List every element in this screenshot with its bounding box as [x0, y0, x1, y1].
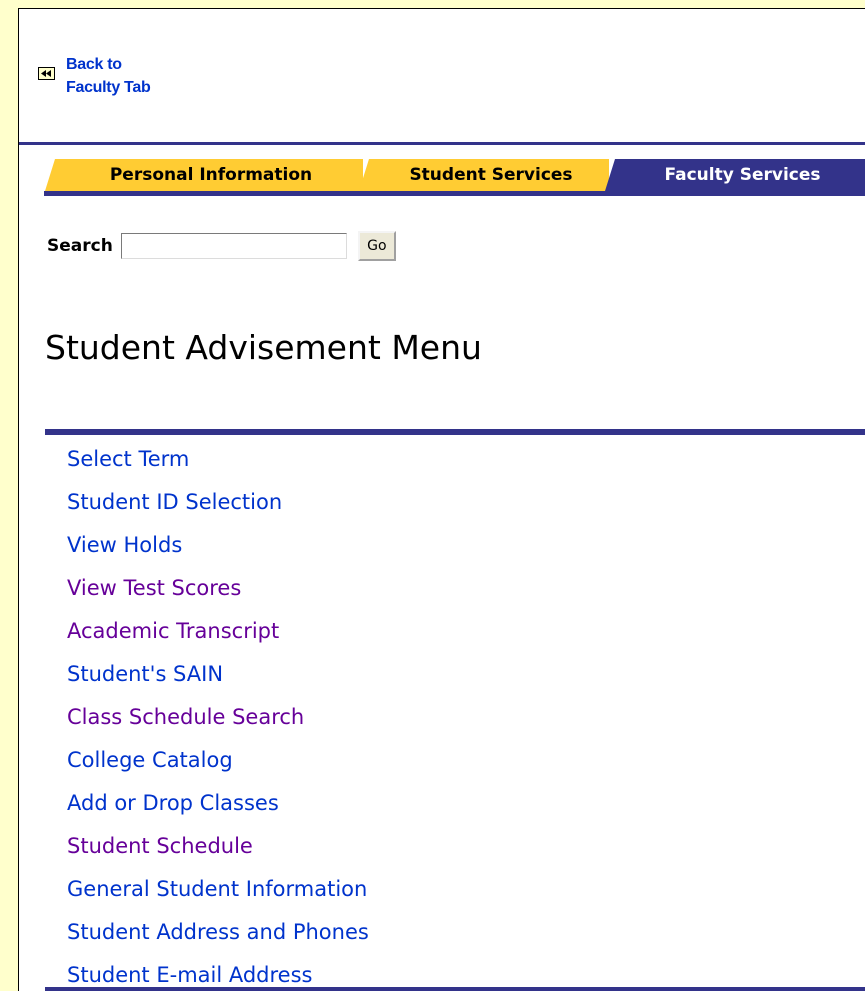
- tab-underline-bar: [44, 191, 865, 196]
- title-divider: [45, 429, 865, 435]
- search-label: Search: [47, 236, 113, 256]
- menu-item-view-test-scores[interactable]: View Test Scores: [67, 574, 369, 617]
- search-input[interactable]: [120, 233, 347, 259]
- advisement-menu: Select Term Student ID Selection View Ho…: [67, 445, 369, 991]
- menu-item-students-sain[interactable]: Student's SAIN: [67, 660, 369, 703]
- menu-item-student-schedule[interactable]: Student Schedule: [67, 832, 369, 875]
- menu-item-academic-transcript[interactable]: Academic Transcript: [67, 617, 369, 660]
- footer-divider: [45, 987, 865, 991]
- menu-item-class-schedule-search[interactable]: Class Schedule Search: [67, 703, 369, 746]
- search-form: Search Go: [47, 231, 396, 261]
- page-title: Student Advisement Menu: [45, 328, 482, 367]
- menu-item-view-holds[interactable]: View Holds: [67, 531, 369, 574]
- go-button[interactable]: Go: [357, 231, 396, 261]
- menu-item-select-term[interactable]: Select Term: [67, 445, 369, 488]
- back-link-text: Back to Faculty Tab: [66, 53, 206, 99]
- back-to-faculty-tab-link[interactable]: Back to Faculty Tab: [38, 53, 206, 99]
- menu-item-general-student-information[interactable]: General Student Information: [67, 875, 369, 918]
- back-link-line1: Back to: [66, 56, 122, 73]
- tab-personal-information[interactable]: Personal Information: [45, 159, 363, 191]
- main-tabs: Personal Information Student Services Fa…: [19, 159, 865, 191]
- menu-item-add-or-drop-classes[interactable]: Add or Drop Classes: [67, 789, 369, 832]
- menu-item-college-catalog[interactable]: College Catalog: [67, 746, 369, 789]
- back-link-line2: Faculty Tab: [66, 79, 151, 96]
- tab-faculty-services[interactable]: Faculty Services: [605, 159, 865, 191]
- header-divider: [19, 142, 865, 145]
- menu-item-student-id-selection[interactable]: Student ID Selection: [67, 488, 369, 531]
- tab-student-services[interactable]: Student Services: [359, 159, 609, 191]
- menu-item-student-address-and-phones[interactable]: Student Address and Phones: [67, 918, 369, 961]
- rewind-icon: [38, 67, 55, 80]
- page-container: Back to Faculty Tab Personal Information…: [18, 8, 865, 991]
